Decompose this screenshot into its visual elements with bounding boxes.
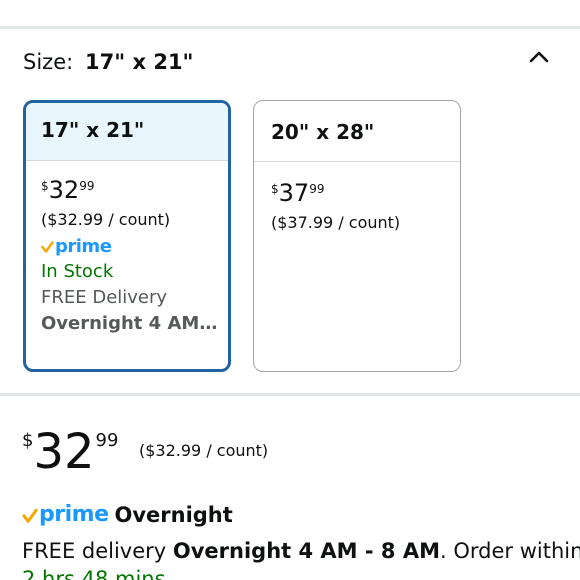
buybox-unit-price: ($32.99 / count) — [139, 441, 269, 460]
prime-overnight-tag: Overnight — [114, 502, 233, 527]
size-label: Size: — [23, 50, 74, 74]
prime-check-icon — [41, 241, 54, 253]
prime-check-icon — [22, 508, 38, 523]
buybox-price: $ 32 99 — [22, 428, 118, 476]
size-option-title: 17" x 21" — [26, 103, 228, 161]
section-divider-top — [0, 26, 580, 29]
section-divider-middle — [0, 393, 580, 396]
price-fraction: 99 — [79, 179, 95, 193]
unit-price: ($37.99 / count) — [271, 213, 401, 232]
price-symbol: $ — [271, 182, 279, 196]
size-option-17x21[interactable]: 17" x 21" $ 32 99 ($32.99 / count) prime… — [23, 100, 231, 372]
price-symbol: $ — [22, 430, 34, 451]
delivery-window: Overnight 4 AM - 8 AM — [172, 539, 440, 563]
prime-overnight-badge: prime Overnight — [22, 502, 233, 527]
prime-logo-text: prime — [55, 235, 112, 257]
selected-size-value: 17" x 21" — [85, 50, 194, 74]
delivery-message: FREE delivery Overnight 4 AM - 8 AM. Ord… — [22, 539, 580, 563]
size-option-20x28[interactable]: 20" x 28" $ 37 99 ($37.99 / count) — [253, 100, 461, 372]
delivery-time: Overnight 4 AM - 8 AM — [41, 313, 221, 334]
chevron-up-icon[interactable] — [528, 49, 550, 65]
prime-badge: prime — [41, 234, 228, 258]
unit-price: ($32.99 / count) — [41, 210, 171, 229]
price-whole: 37 — [278, 179, 310, 207]
delivery-suffix: . Order within — [440, 539, 580, 563]
price-whole: 32 — [33, 424, 95, 480]
price-fraction: 99 — [309, 182, 325, 196]
delivery-label: FREE Delivery — [41, 287, 168, 308]
prime-logo-text: prime — [39, 502, 109, 527]
delivery-prefix: FREE delivery — [22, 539, 173, 563]
order-countdown: 2 hrs 48 mins — [22, 567, 166, 580]
option-price: $ 32 99 — [41, 178, 228, 202]
price-symbol: $ — [41, 179, 49, 193]
price-fraction: 99 — [95, 430, 119, 451]
size-selector-header[interactable]: Size: 17" x 21" — [23, 47, 558, 79]
size-option-title: 20" x 28" — [254, 101, 460, 162]
stock-status: In Stock — [41, 261, 114, 282]
option-price: $ 37 99 — [271, 181, 460, 205]
price-whole: 32 — [48, 176, 80, 204]
